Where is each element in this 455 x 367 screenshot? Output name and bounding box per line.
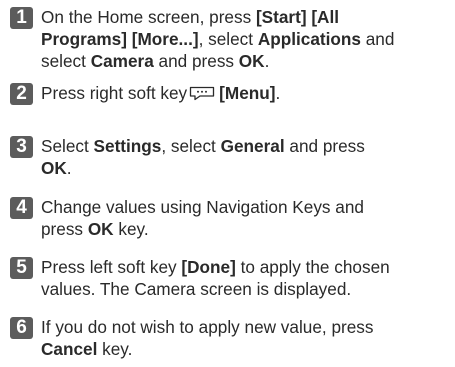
- text-run: to apply the chosen: [235, 257, 390, 277]
- step-text-line: Press right soft key [Menu].: [41, 82, 451, 106]
- step-number-badge: 6: [10, 317, 33, 339]
- step-text-line: select Camera and press OK.: [41, 50, 451, 72]
- bold-term: OK: [41, 158, 67, 178]
- step-text-line: If you do not wish to apply new value, p…: [41, 316, 451, 338]
- step-text-line: OK.: [41, 157, 451, 179]
- step-text-line: Change values using Navigation Keys and: [41, 196, 451, 218]
- bold-term: Cancel: [41, 339, 98, 359]
- bold-term: General: [220, 136, 285, 156]
- step-text: On the Home screen, press [Start] [All Pr…: [41, 6, 451, 72]
- menu-soft-key-icon: [189, 84, 215, 106]
- step-text: Change values using Navigation Keys and p…: [41, 196, 451, 240]
- step-text-line: Select Settings, select General and pres…: [41, 135, 451, 157]
- bold-term: [Start] [All: [255, 7, 340, 27]
- step-number-badge: 1: [10, 7, 33, 29]
- text-run: On the Home screen, press: [41, 7, 256, 27]
- text-run: Select: [41, 136, 94, 156]
- step-text-line: Programs] [More...], select Applications…: [41, 28, 451, 50]
- text-run: Change values using Navigation Keys and: [41, 197, 364, 217]
- text-run: Press left soft key: [41, 257, 182, 277]
- step-number-badge: 2: [10, 83, 33, 105]
- step-text-line: Cancel key.: [41, 338, 451, 360]
- bold-term: OK: [238, 51, 265, 71]
- bold-term: OK: [87, 219, 114, 239]
- step-text-line: press OK key.: [41, 218, 451, 240]
- text-run: .: [275, 83, 281, 103]
- step-text: If you do not wish to apply new value, p…: [41, 316, 451, 360]
- text-run: and: [360, 29, 395, 49]
- step-number-badge: 3: [10, 136, 33, 158]
- bold-term: [Done]: [181, 257, 236, 277]
- step-text-line: Press left soft key [Done] to apply the …: [41, 256, 451, 278]
- bold-term: Camera: [90, 51, 154, 71]
- step-text-line: values. The Camera screen is displayed.: [41, 278, 451, 300]
- text-run: , select: [161, 136, 221, 156]
- text-run: .: [66, 158, 72, 178]
- step-number-badge: 5: [10, 257, 33, 279]
- text-run: , select: [198, 29, 258, 49]
- text-run: Press right soft key: [41, 83, 188, 103]
- bold-term: Programs] [More...]: [41, 29, 199, 49]
- bold-term: Applications: [257, 29, 361, 49]
- bold-term: [Menu]: [219, 83, 276, 103]
- step-number-badge: 4: [10, 197, 33, 219]
- text-run: key.: [97, 339, 133, 359]
- text-run: If you do not wish to apply new value, p…: [41, 317, 374, 337]
- step-text: Select Settings, select General and pres…: [41, 135, 451, 179]
- text-run: key.: [113, 219, 149, 239]
- text-run: and press: [153, 51, 239, 71]
- bold-term: Settings: [93, 136, 162, 156]
- step-text-line: On the Home screen, press [Start] [All: [41, 6, 451, 28]
- text-run: select: [41, 51, 91, 71]
- text-run: .: [264, 51, 270, 71]
- step-text: Press right soft key [Menu].: [41, 82, 451, 106]
- text-run: values. The Camera screen is displayed.: [41, 279, 352, 299]
- step-text: Press left soft key [Done] to apply the …: [41, 256, 451, 300]
- text-run: and press: [284, 136, 365, 156]
- text-run: press: [41, 219, 88, 239]
